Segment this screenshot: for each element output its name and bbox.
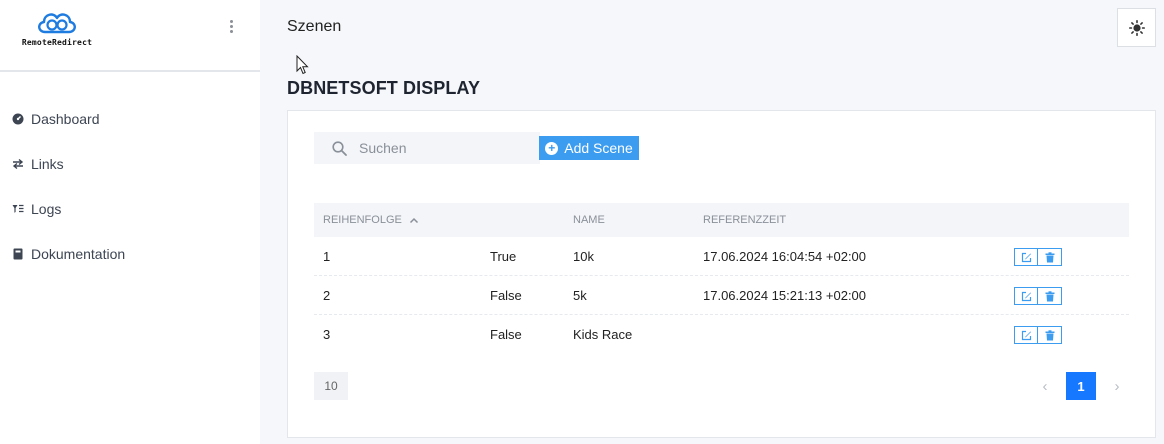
logo[interactable]: RemoteRedirect bbox=[14, 8, 100, 47]
edit-icon bbox=[1021, 252, 1031, 262]
book-icon bbox=[12, 248, 24, 260]
table-row: 2 False 5k 17.06.2024 15:21:13 +02:00 bbox=[314, 276, 1129, 315]
search-input[interactable] bbox=[359, 140, 529, 156]
app-name: RemoteRedirect bbox=[21, 38, 93, 47]
edit-icon bbox=[1021, 291, 1031, 301]
delete-button[interactable] bbox=[1038, 326, 1062, 344]
column-header-name[interactable]: Name bbox=[573, 214, 605, 226]
order-cell: 3 bbox=[323, 327, 331, 342]
row-actions bbox=[1014, 248, 1062, 266]
order-cell: 1 bbox=[323, 249, 331, 264]
reference-cell: 17.06.2024 15:21:13 +02:00 bbox=[703, 288, 867, 303]
trash-icon bbox=[1045, 290, 1054, 301]
delete-button[interactable] bbox=[1038, 287, 1062, 305]
page-title: Szenen bbox=[287, 18, 342, 35]
active-cell: False bbox=[490, 288, 522, 303]
active-cell: True bbox=[490, 249, 517, 264]
previous-page-icon[interactable]: ‹ bbox=[1036, 372, 1054, 400]
sidebar-item-dashboard[interactable]: Dashboard bbox=[0, 96, 260, 141]
trash-icon bbox=[1045, 329, 1054, 340]
sidebar-item-dokumentation[interactable]: Dokumentation bbox=[0, 231, 260, 276]
sort-ascending-icon bbox=[409, 218, 418, 224]
search-icon bbox=[332, 140, 347, 156]
page-button-current[interactable]: 1 bbox=[1066, 372, 1096, 400]
sidebar-item-label: Logs bbox=[31, 200, 62, 217]
table-header: Reihenfolge Name Referenzzeit bbox=[314, 203, 1129, 237]
order-cell: 2 bbox=[323, 288, 331, 303]
add-scene-button[interactable]: + Add Scene bbox=[539, 136, 639, 160]
trash-icon bbox=[1045, 251, 1054, 262]
row-actions bbox=[1014, 287, 1062, 305]
column-header-reference[interactable]: Referenzzeit bbox=[703, 214, 786, 226]
sidebar-item-logs[interactable]: Logs bbox=[0, 186, 260, 231]
mouse-cursor-icon bbox=[296, 55, 309, 75]
pagination: ‹ 1 › bbox=[1036, 372, 1126, 400]
reference-cell: 17.06.2024 16:04:54 +02:00 bbox=[703, 249, 867, 264]
edit-icon bbox=[1021, 330, 1031, 340]
plus-circle-icon: + bbox=[545, 141, 559, 155]
theme-toggle-button[interactable] bbox=[1117, 8, 1156, 47]
page-size-select[interactable]: 10 bbox=[314, 372, 348, 400]
table-row: 1 True 10k 17.06.2024 16:04:54 +02:00 bbox=[314, 237, 1129, 276]
cloud-logo-icon bbox=[38, 13, 76, 34]
sidebar-nav: Dashboard Links Logs Dokumentation bbox=[0, 96, 260, 276]
sidebar-item-links[interactable]: Links bbox=[0, 141, 260, 186]
add-scene-label: Add Scene bbox=[564, 140, 633, 156]
sidebar-item-label: Dokumentation bbox=[31, 245, 126, 262]
name-cell: 5k bbox=[573, 288, 587, 303]
row-actions bbox=[1014, 326, 1062, 344]
edit-button[interactable] bbox=[1014, 326, 1038, 344]
more-vertical-icon[interactable] bbox=[226, 18, 236, 36]
name-cell: Kids Race bbox=[573, 327, 633, 342]
sidebar-item-label: Links bbox=[31, 155, 64, 172]
table-row: 3 False Kids Race bbox=[314, 315, 1129, 354]
filter-list-icon bbox=[12, 203, 24, 215]
active-cell: False bbox=[490, 327, 522, 342]
section-title: DBNETSOFT DISPLAY bbox=[287, 78, 481, 98]
search-box bbox=[314, 132, 540, 164]
dashboard-icon bbox=[12, 113, 24, 125]
name-cell: 10k bbox=[573, 249, 594, 264]
sun-icon bbox=[1128, 19, 1145, 36]
delete-button[interactable] bbox=[1038, 248, 1062, 266]
column-header-order[interactable]: Reihenfolge bbox=[323, 214, 419, 226]
main-content: Szenen DBNETSOFT DISPLAY + Add Scene bbox=[260, 0, 1164, 444]
sidebar: RemoteRedirect Dashboard Links Logs Doku… bbox=[0, 0, 260, 444]
edit-button[interactable] bbox=[1014, 248, 1038, 266]
scenes-card: + Add Scene Reihenfolge Name Referenzzei… bbox=[287, 110, 1156, 438]
next-page-icon[interactable]: › bbox=[1108, 372, 1126, 400]
swap-icon bbox=[12, 158, 24, 170]
logo-area: RemoteRedirect bbox=[0, 0, 260, 72]
edit-button[interactable] bbox=[1014, 287, 1038, 305]
sidebar-item-label: Dashboard bbox=[31, 110, 100, 127]
scenes-table: Reihenfolge Name Referenzzeit 1 True 10k… bbox=[314, 203, 1129, 354]
